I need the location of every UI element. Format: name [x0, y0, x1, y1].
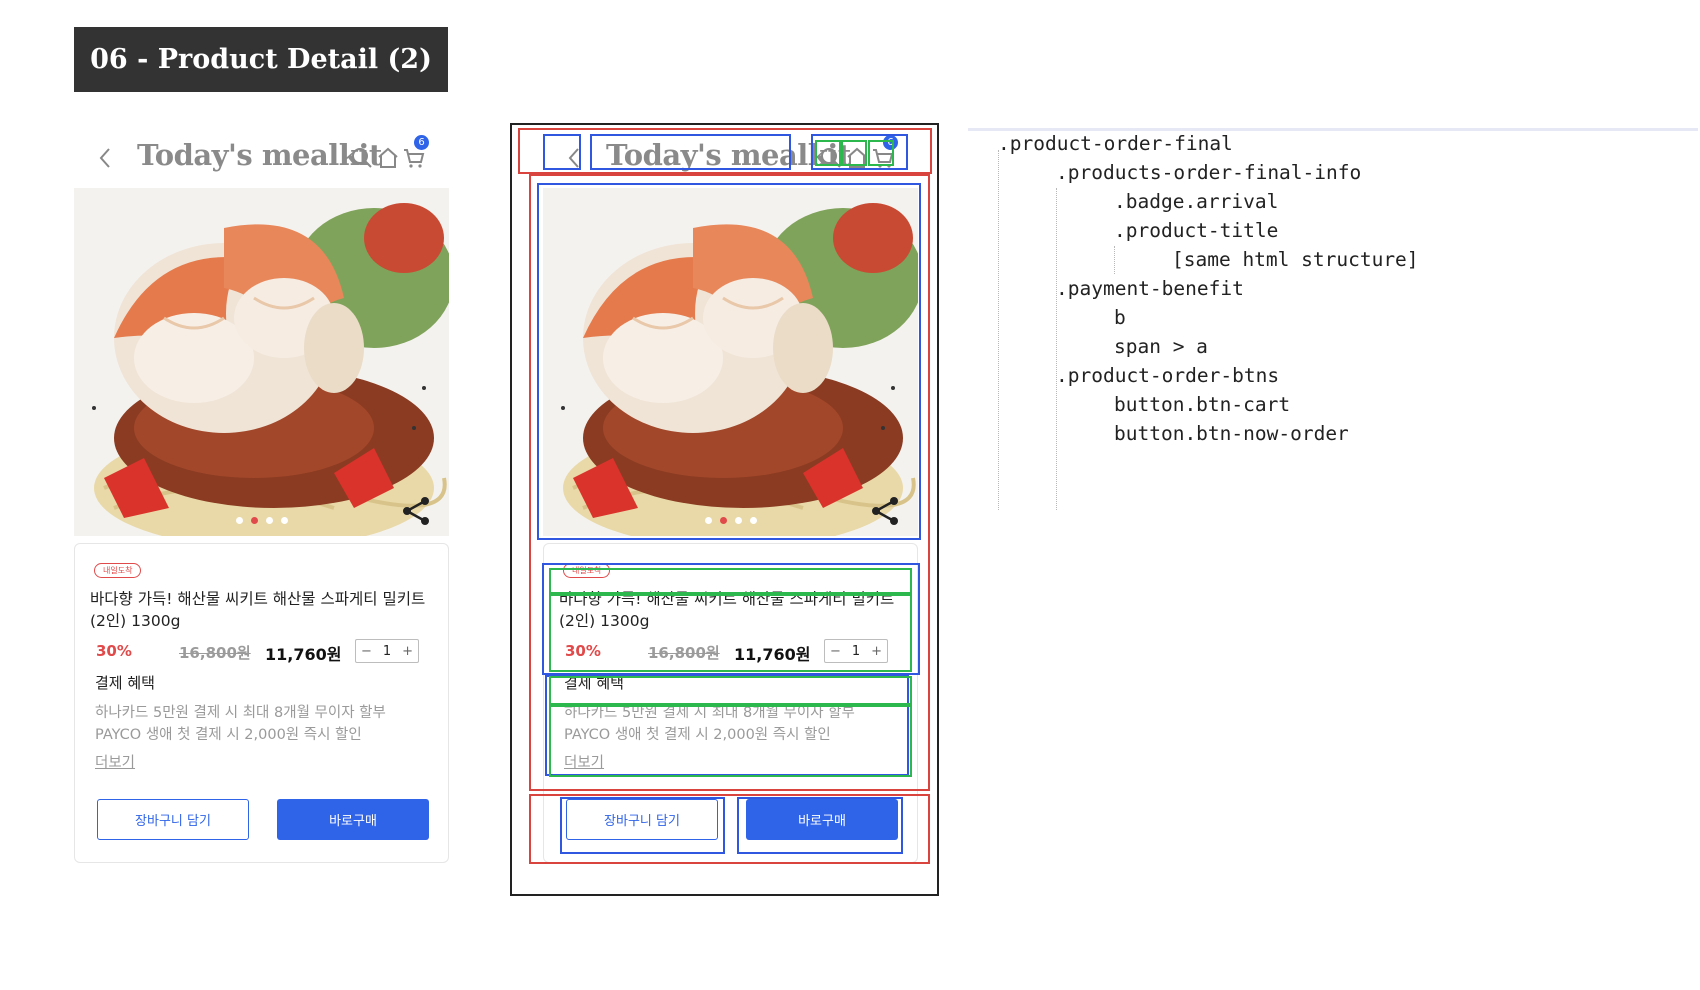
qty-minus-button[interactable]: − — [830, 644, 841, 659]
code-line: [same html structure] — [1172, 248, 1419, 271]
indent-guide — [998, 150, 999, 510]
discount-rate: 30% — [96, 642, 132, 660]
carousel-dot[interactable] — [281, 517, 288, 524]
product-detail-mockup: Today's mealkit 6 내일도착 바다향 가득! 해산물 씨키트 해… — [74, 128, 449, 878]
carousel-dot[interactable] — [236, 517, 243, 524]
carousel-dot[interactable] — [705, 517, 712, 524]
add-to-cart-button[interactable]: 장바구니 담기 — [97, 799, 249, 840]
carousel-dot[interactable] — [720, 517, 727, 524]
product-title: 바다향 가득! 해산물 씨키트 해산물 스파게티 밀키트 (2인) 1300g — [90, 590, 426, 630]
carousel-dot[interactable] — [750, 517, 757, 524]
carousel-dot[interactable] — [251, 517, 258, 524]
more-link[interactable]: 더보기 — [564, 751, 604, 772]
product-image[interactable] — [74, 188, 449, 536]
arrival-badge: 내일도착 — [563, 563, 611, 578]
code-line: b — [1114, 306, 1126, 329]
buy-now-button[interactable]: 바로구매 — [746, 799, 898, 840]
qty-minus-button[interactable]: − — [361, 644, 372, 659]
arrival-badge: 내일도착 — [94, 563, 142, 578]
search-icon[interactable] — [819, 146, 843, 170]
chevron-left-icon[interactable] — [92, 144, 120, 172]
discount-rate: 30% — [565, 642, 601, 660]
quantity-stepper: − 1 + — [824, 639, 888, 663]
carousel-indicator[interactable] — [705, 517, 757, 524]
carousel-dot[interactable] — [266, 517, 273, 524]
benefit-line: 하나카드 5만원 결제 시 최대 8개월 무이자 할부 — [564, 705, 855, 721]
app-header: Today's mealkit 6 — [543, 128, 918, 188]
product-order-final: 내일도착 바다향 가득! 해산물 씨키트 해산물 스파게티 밀키트 (2인) 1… — [543, 543, 918, 863]
quantity-stepper: − 1 + — [355, 639, 419, 663]
code-line: button.btn-now-order — [1114, 422, 1349, 445]
qty-plus-button[interactable]: + — [871, 644, 882, 659]
sale-price: 11,760원 — [734, 645, 811, 664]
app-header: Today's mealkit 6 — [74, 128, 449, 188]
product-order-final: 내일도착 바다향 가득! 해산물 씨키트 해산물 스파게티 밀키트 (2인) 1… — [74, 543, 449, 863]
indent-guide — [1056, 188, 1057, 510]
original-price: 16,800원 — [648, 644, 720, 662]
code-line: button.btn-cart — [1114, 393, 1291, 416]
code-line: .products-order-final-info — [1056, 161, 1362, 184]
benefit-line: 하나카드 5만원 결제 시 최대 8개월 무이자 할부 — [95, 705, 386, 721]
code-line: .product-order-btns — [1056, 364, 1280, 387]
cart-count-badge: 6 — [414, 135, 429, 150]
home-icon[interactable] — [376, 146, 400, 170]
code-line: .badge.arrival — [1114, 190, 1279, 213]
carousel-dot[interactable] — [735, 517, 742, 524]
chevron-left-icon[interactable] — [561, 144, 589, 172]
qty-value[interactable]: 1 — [383, 644, 391, 659]
cart-count-badge: 6 — [883, 135, 898, 150]
brand-logo[interactable]: Today's mealkit — [137, 138, 382, 172]
benefit-line: PAYCO 생애 첫 결제 시 2,000원 즉시 할인 — [564, 727, 831, 743]
qty-value[interactable]: 1 — [852, 644, 860, 659]
qty-plus-button[interactable]: + — [402, 644, 413, 659]
payment-benefit-title: 결제 혜택 — [95, 674, 155, 692]
sale-price: 11,760원 — [265, 645, 342, 664]
search-icon[interactable] — [350, 146, 374, 170]
add-to-cart-button[interactable]: 장바구니 담기 — [566, 799, 718, 840]
code-line: .product-order-final — [998, 132, 1233, 155]
indent-guide — [1114, 246, 1115, 274]
annotated-product-detail-mockup: Today's mealkit 6 내일도착 바다향 가득! 해산물 씨키트 해… — [543, 128, 918, 878]
code-line: .product-title — [1114, 219, 1279, 242]
payment-benefit-title: 결제 혜택 — [564, 674, 624, 692]
share-icon[interactable] — [869, 495, 901, 527]
benefit-line: PAYCO 생애 첫 결제 시 2,000원 즉시 할인 — [95, 727, 362, 743]
code-line: .payment-benefit — [1056, 277, 1244, 300]
product-title: 바다향 가득! 해산물 씨키트 해산물 스파게티 밀키트 (2인) 1300g — [559, 590, 895, 630]
code-divider — [968, 128, 1698, 131]
more-link[interactable]: 더보기 — [95, 751, 135, 772]
share-icon[interactable] — [400, 495, 432, 527]
original-price: 16,800원 — [179, 644, 251, 662]
carousel-indicator[interactable] — [236, 517, 288, 524]
slide-title: 06 - Product Detail (2) — [74, 27, 448, 92]
code-line: span > a — [1114, 335, 1208, 358]
brand-logo[interactable]: Today's mealkit — [606, 138, 851, 172]
product-image[interactable] — [543, 188, 918, 536]
buy-now-button[interactable]: 바로구매 — [277, 799, 429, 840]
home-icon[interactable] — [845, 146, 869, 170]
